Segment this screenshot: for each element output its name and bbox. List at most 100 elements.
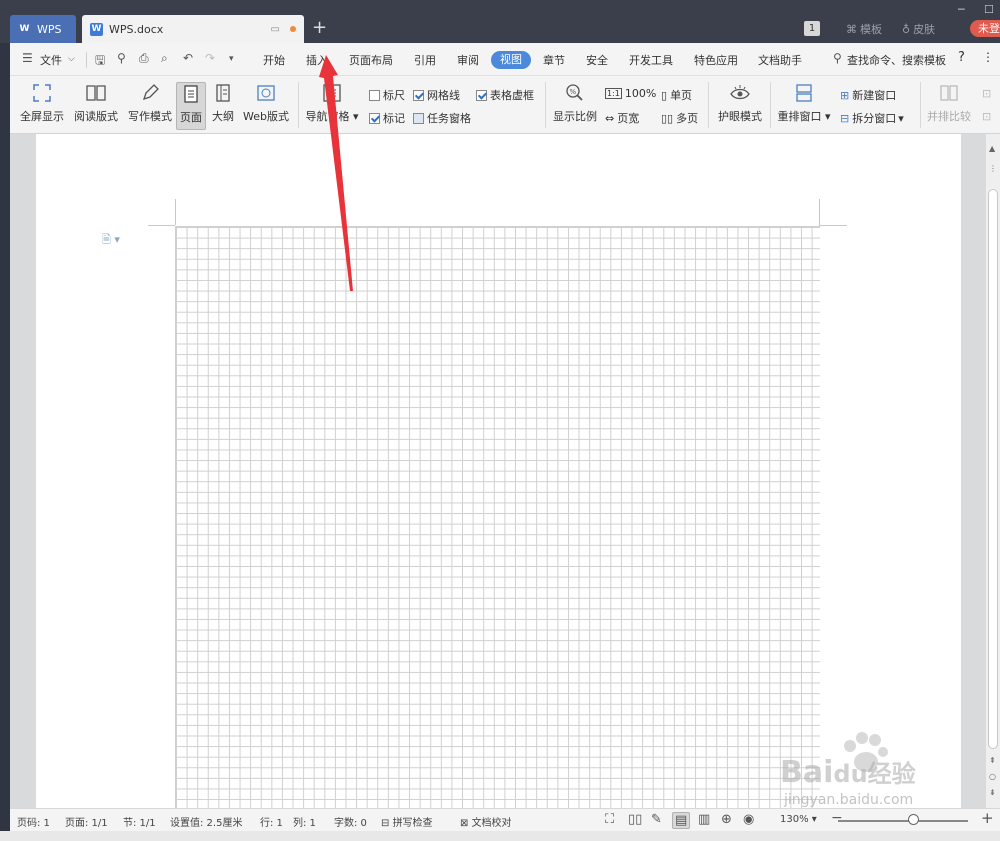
monitor-icon[interactable]: ▭ [271, 24, 280, 35]
checkbox-gridlines[interactable] [413, 89, 424, 101]
gridlines-checkbox[interactable]: 网格线 [413, 87, 460, 103]
single-page-button[interactable]: ▯ 单页 [661, 87, 692, 103]
eye-mode-button[interactable]: 护眼模式 [714, 82, 766, 130]
compare-button[interactable]: 并排比较 [926, 82, 972, 130]
checkbox-ruler[interactable] [369, 89, 380, 101]
scroll-thumb[interactable] [988, 189, 998, 749]
web-layout-button[interactable]: Web版式 [240, 82, 292, 130]
reset-position-icon[interactable]: ⊡ [982, 110, 991, 123]
outline-view-icon[interactable]: ▥ [698, 812, 710, 827]
spell-check-button[interactable]: ⊟ 拼写检查 [381, 814, 433, 829]
page-view-label: 页面 [180, 111, 202, 124]
tab-home[interactable]: 开始 [263, 52, 285, 68]
ruler-checkbox[interactable]: 标尺 [369, 87, 405, 103]
zoom-button[interactable]: % 显示比例 [552, 82, 598, 130]
paragraph-doc-icon[interactable]: 🗎 ▾ [102, 231, 120, 250]
tab-security[interactable]: 安全 [586, 52, 608, 68]
chevron-down-icon[interactable]: ⌵ [68, 54, 75, 64]
tab-special-apps[interactable]: 特色应用 [694, 52, 738, 68]
fullscreen-icon[interactable]: ⛶ [605, 812, 614, 827]
page-view-button[interactable]: 页面 [176, 82, 206, 130]
vertical-scrollbar[interactable]: ▲ ⋮ ⇞ ○ ⇟ [985, 134, 1000, 808]
multi-page-button[interactable]: ▯▯ 多页 [661, 110, 698, 126]
tab-chapter[interactable]: 章节 [543, 52, 565, 68]
zoom-100-button[interactable]: 1:1 100% [605, 87, 656, 100]
minimize-icon[interactable]: ─ [958, 3, 965, 16]
tab-developer[interactable]: 开发工具 [629, 52, 673, 68]
zoom-in-button[interactable]: + [981, 809, 994, 827]
new-window-button[interactable]: ⊞ 新建窗口 [840, 87, 896, 103]
page-icon [180, 83, 202, 105]
write-mode-button[interactable]: 写作模式 [124, 82, 176, 130]
read-mode-icon[interactable]: ▯▯ [628, 812, 642, 827]
help-button[interactable]: ? [958, 50, 965, 65]
gridlines-area[interactable] [175, 226, 820, 808]
column-indicator[interactable]: 列: 1 [293, 814, 316, 829]
page-width-button[interactable]: ⇔ 页宽 [605, 110, 639, 126]
eye-icon[interactable]: ◉ [743, 812, 754, 827]
web-view-icon[interactable]: ⊕ [721, 812, 732, 827]
new-tab-button[interactable]: + [312, 17, 327, 38]
task-pane-checkbox[interactable]: 任务窗格 [413, 110, 471, 126]
format-painter-icon[interactable]: ⚲ [117, 51, 126, 65]
next-page-icon[interactable]: ⇟ [989, 788, 996, 797]
scroll-marker-icon[interactable]: ⋮ [989, 164, 997, 173]
crop-mark [819, 199, 820, 225]
zoom-slider-track[interactable] [838, 820, 968, 822]
tab-review[interactable]: 审阅 [457, 52, 479, 68]
print-preview-icon[interactable]: ⌕ [161, 51, 168, 66]
table-dashed-checkbox[interactable]: 表格虚框 [476, 87, 534, 103]
window-count-badge[interactable]: 1 [804, 21, 820, 36]
template-button[interactable]: ⌘ 模板 [846, 21, 882, 37]
one-to-one-icon: 1:1 [605, 88, 622, 99]
tab-doc-assistant[interactable]: 文档助手 [758, 52, 802, 68]
crop-mark [175, 199, 176, 225]
sync-scroll-icon[interactable]: ⊡ [982, 87, 991, 100]
tab-page-layout[interactable]: 页面布局 [349, 52, 393, 68]
print-icon[interactable]: ⎙ [139, 51, 149, 66]
checkbox-task-pane[interactable] [413, 112, 424, 124]
row-indicator[interactable]: 行: 1 [260, 814, 283, 829]
write-mode-icon[interactable]: ✎ [651, 812, 662, 827]
doc-proof-button[interactable]: ⊠ 文档校对 [460, 814, 512, 829]
tab-insert[interactable]: 插入 [306, 52, 328, 68]
page-number[interactable]: 页码: 1 [17, 814, 50, 829]
split-window-button[interactable]: ⊟ 拆分窗口 ▾ [840, 110, 904, 126]
undo-icon[interactable]: ↶ [183, 51, 193, 65]
fullscreen-icon [31, 82, 53, 104]
fullscreen-button[interactable]: 全屏显示 [16, 82, 68, 130]
file-menu[interactable]: 文件 [40, 52, 62, 68]
tab-view[interactable]: 视图 [491, 51, 531, 69]
read-mode-button[interactable]: 阅读版式 [70, 82, 122, 130]
nav-pane-button[interactable]: 导航窗格 ▾ [304, 82, 360, 130]
setting-value[interactable]: 设置值: 2.5厘米 [170, 814, 242, 829]
select-browse-icon[interactable]: ○ [989, 772, 996, 781]
rearrange-windows-button[interactable]: 重排窗口 ▾ [776, 82, 832, 130]
word-count[interactable]: 字数: 0 [334, 814, 367, 829]
more-options-icon[interactable]: ⋮ [982, 50, 994, 64]
tab-wps-home[interactable]: W WPS [10, 15, 76, 43]
prev-page-icon[interactable]: ⇞ [989, 756, 996, 765]
save-icon[interactable]: 🖫 [95, 51, 105, 72]
checkbox-marks[interactable] [369, 112, 380, 124]
section-indicator[interactable]: 节: 1/1 [123, 814, 156, 829]
customize-chevron-icon[interactable]: ▾ [229, 54, 234, 64]
command-search-input[interactable]: 查找命令、搜索模板 [847, 52, 946, 68]
page-count[interactable]: 页面: 1/1 [65, 814, 108, 829]
outline-button[interactable]: 大纲 [208, 82, 238, 130]
redo-icon[interactable]: ↷ [205, 51, 215, 65]
skin-button[interactable]: ♁ 皮肤 [902, 21, 935, 37]
tab-references[interactable]: 引用 [414, 52, 436, 68]
maximize-icon[interactable]: ☐ [984, 3, 994, 16]
scroll-up-icon[interactable]: ▲ [989, 144, 995, 153]
checkbox-table-dashed[interactable] [476, 89, 487, 101]
template-label: 模板 [860, 23, 882, 36]
hamburger-icon[interactable]: ☰ [22, 51, 33, 65]
page-view-icon[interactable]: ▤ [672, 812, 691, 829]
task-pane-label: 任务窗格 [427, 112, 471, 125]
login-button[interactable]: 未登 [970, 20, 1000, 37]
document-page[interactable]: 🗎 ▾ [36, 134, 961, 808]
tab-document[interactable]: W WPS.docx ▭ [82, 15, 304, 43]
marks-checkbox[interactable]: 标记 [369, 110, 405, 126]
template-icon: ⌘ [846, 22, 857, 36]
